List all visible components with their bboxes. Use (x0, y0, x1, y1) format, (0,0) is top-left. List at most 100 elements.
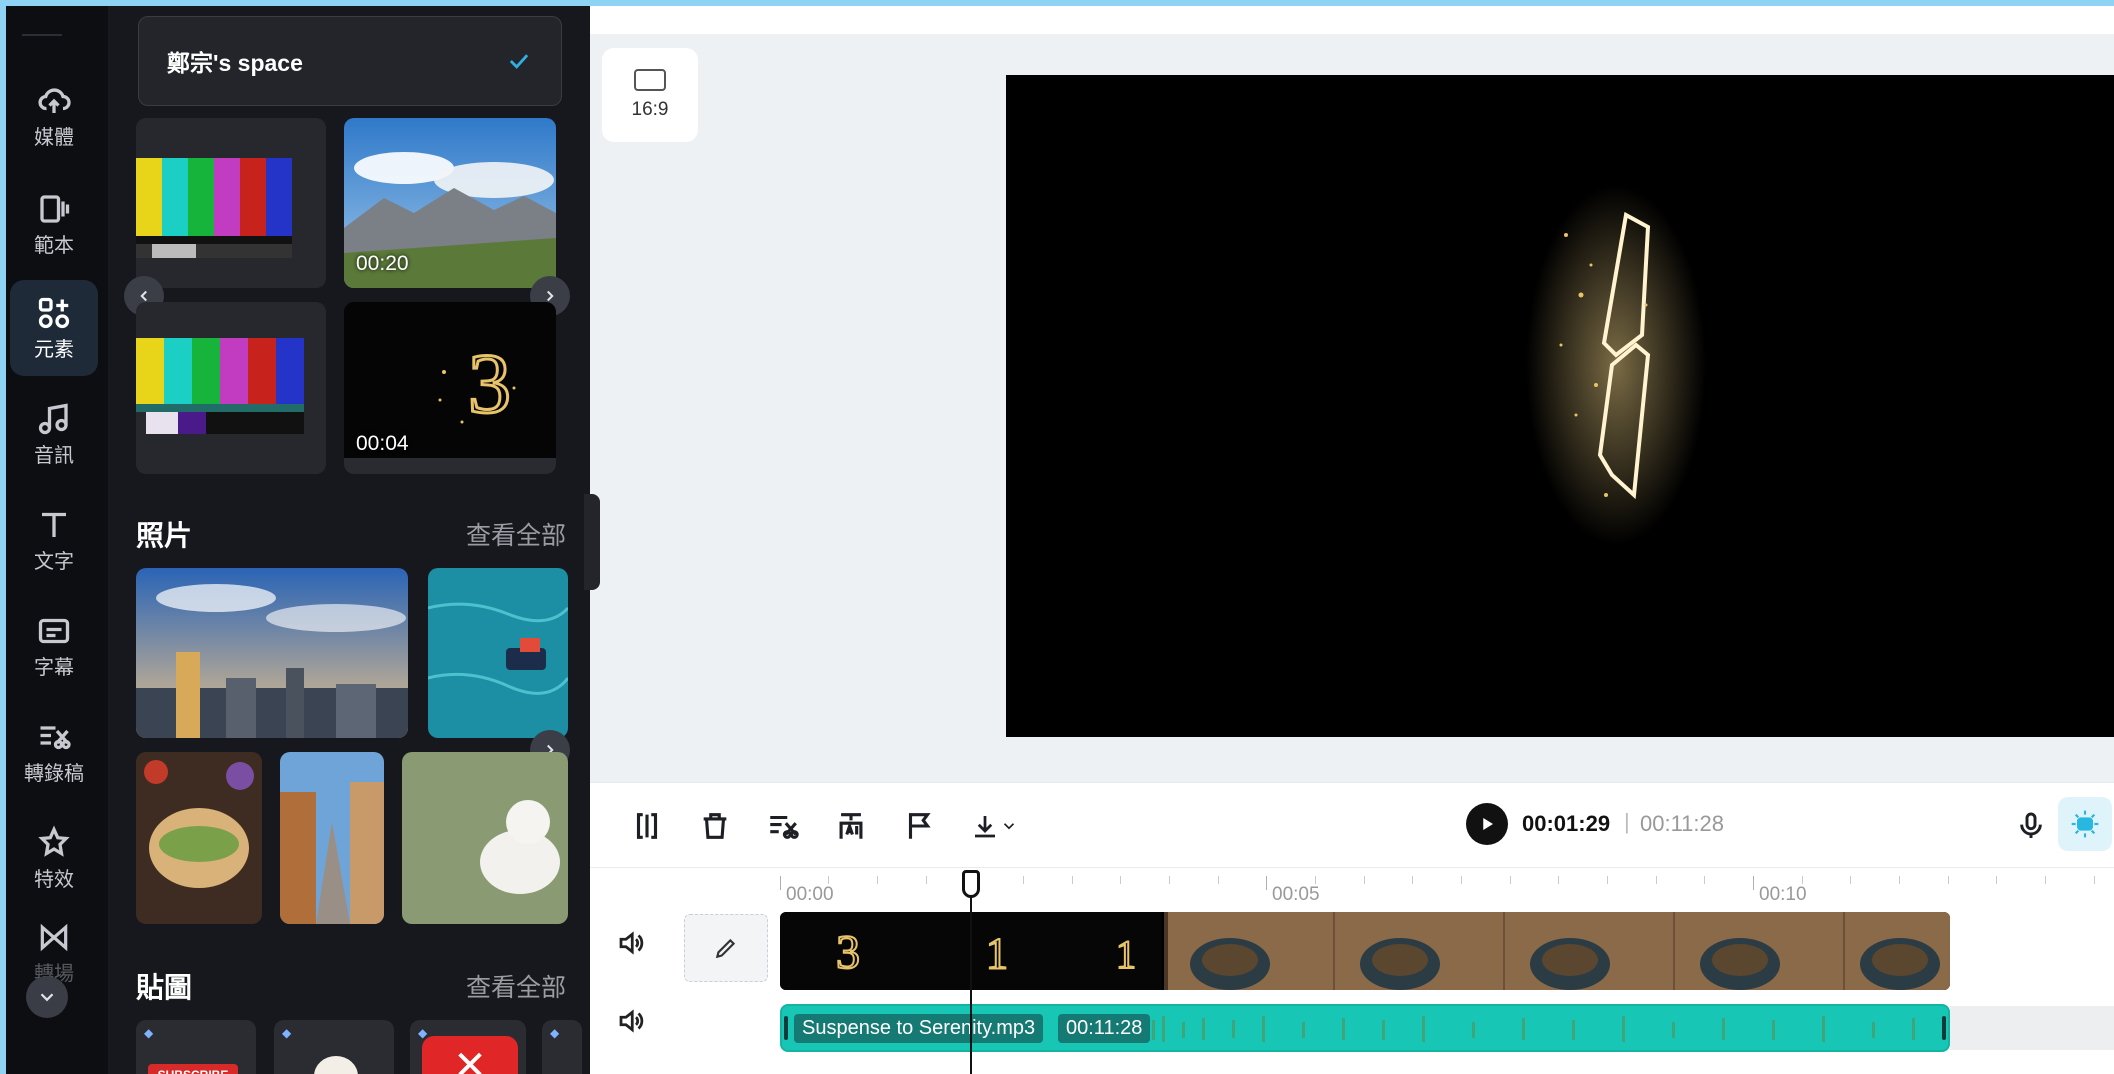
rail-item-templates[interactable]: 範本 (10, 176, 98, 272)
rail-divider (22, 34, 62, 36)
record-voice-button[interactable] (2010, 805, 2052, 847)
photo-sea-boat[interactable] (428, 568, 568, 738)
cream-image (314, 1056, 358, 1074)
video-thumb-colorbars-2[interactable] (136, 302, 326, 474)
rail-item-effects[interactable]: 特效 (10, 810, 98, 906)
edit-cover-button[interactable] (684, 914, 768, 982)
playhead-handle[interactable] (962, 870, 980, 898)
timeline[interactable]: 00:00 00:05 00:10 3 1 1 Suspense to Sere… (590, 868, 2114, 1074)
audio-track-mute-button[interactable] (616, 1006, 650, 1040)
aspect-ratio-icon (634, 69, 666, 91)
split-button[interactable] (626, 805, 668, 847)
chevron-down-icon (40, 993, 54, 1002)
sticker-red-x[interactable]: ◆ ✕ (410, 1020, 526, 1074)
cloud-upload-icon (38, 87, 71, 113)
text-icon (42, 512, 66, 537)
stickers-section-title: 貼圖 (136, 972, 193, 1003)
ruler-label: 00:05 (1272, 884, 1320, 905)
current-time: 00:01:29 (1522, 811, 1611, 836)
speaker-icon (619, 1009, 644, 1033)
street-image (280, 752, 384, 924)
audio-clip-name: Suspense to Serenity.mp3 (794, 1014, 1044, 1043)
rail-label: 字幕 (34, 656, 74, 679)
photo-white-dog[interactable] (402, 752, 568, 924)
left-rail: 媒體 範本 元素 音訊 文字 字幕 轉錄稿 特效 轉場 (6, 6, 108, 1074)
panel-collapse-handle[interactable] (584, 494, 600, 590)
rail-item-captions[interactable]: 字幕 (10, 598, 98, 694)
rail-item-audio[interactable]: 音訊 (10, 386, 98, 482)
microphone-icon (2020, 812, 2042, 838)
red-x-image: ✕ (422, 1036, 518, 1074)
sticker-subscribe-text: SUBSCRIBE (148, 1064, 238, 1074)
ai-assistant-button[interactable] (2058, 797, 2112, 851)
photo-tacos[interactable] (136, 752, 262, 924)
food-image (136, 752, 262, 924)
svg-text:1: 1 (1116, 932, 1136, 977)
rail-item-text[interactable]: 文字 (10, 492, 98, 588)
sticker-cream[interactable]: ◆ (274, 1020, 394, 1074)
rail-item-transcript[interactable]: 轉錄稿 (10, 704, 98, 800)
transition-icon (40, 923, 68, 952)
sticker-subscribe[interactable]: SUBSCRIBE ◆ (136, 1020, 256, 1074)
trash-icon (703, 813, 727, 839)
ai-text-icon (839, 813, 863, 839)
space-selector[interactable]: 鄭宗's space (138, 16, 562, 106)
elements-icon (38, 297, 70, 328)
download-button[interactable] (964, 805, 1024, 847)
countdown-one-frame (1526, 185, 1706, 545)
sticker-partial[interactable]: ◆ (542, 1020, 582, 1074)
video-clip-frames: 3 1 1 (780, 912, 1950, 990)
svg-text:1: 1 (986, 929, 1008, 978)
timeline-toolbar: 00:01:29 | 00:11:28 (590, 782, 2114, 868)
aspect-ratio-label: 16:9 (631, 99, 669, 120)
auto-caption-button[interactable] (830, 805, 872, 847)
rail-label: 特效 (34, 868, 74, 891)
delete-button[interactable] (694, 805, 736, 847)
music-note-icon (38, 403, 68, 434)
photo-city-skyline[interactable] (136, 568, 408, 738)
rail-expand-button[interactable] (26, 976, 68, 1018)
play-button[interactable] (1466, 803, 1508, 845)
premium-gem-icon: ◆ (144, 1026, 154, 1040)
color-bars-image (136, 158, 292, 258)
rail-label: 範本 (34, 234, 74, 257)
rail-item-transitions[interactable]: 轉場 (10, 916, 98, 986)
rail-label: 轉錄稿 (24, 762, 84, 785)
rail-item-media[interactable]: 媒體 (10, 68, 98, 164)
split-icon (636, 813, 658, 839)
audio-clip-duration: 00:11:28 (1058, 1014, 1151, 1043)
transcript-icon (40, 725, 71, 749)
audio-clip[interactable]: Suspense to Serenity.mp3 00:11:28 (780, 1004, 1950, 1052)
photos-see-all-link[interactable]: 查看全部 (466, 516, 566, 552)
flag-icon (908, 813, 931, 839)
audio-track-empty-area (1950, 1006, 2114, 1050)
aspect-ratio-button[interactable]: 16:9 (602, 48, 698, 142)
preview-canvas[interactable] (1006, 75, 2114, 737)
video-track[interactable]: 3 1 1 (780, 912, 1950, 990)
rail-item-elements[interactable]: 元素 (10, 280, 98, 376)
video-thumb-mountains[interactable]: 00:20 (344, 118, 556, 288)
effects-icon (38, 825, 70, 857)
photos-section-title: 照片 (136, 520, 193, 551)
ruler-label: 00:10 (1759, 884, 1807, 905)
video-thumb-colorbars-1[interactable] (136, 118, 326, 288)
elements-panel: 鄭宗's space 00:20 3 00:04 照片 查看全部 貼圖 查看全部… (108, 6, 590, 1074)
ruler-label: 00:00 (786, 884, 834, 905)
svg-text:3: 3 (468, 335, 511, 431)
stickers-see-all-link[interactable]: 查看全部 (466, 968, 566, 1004)
transcript-icon (770, 815, 799, 839)
video-track-mute-button[interactable] (616, 928, 650, 962)
sea-image (428, 568, 568, 738)
template-icon (40, 194, 70, 223)
video-thumb-countdown[interactable]: 3 00:04 (344, 302, 556, 474)
time-separator: | (1624, 809, 1630, 834)
premium-gem-icon: ◆ (282, 1026, 292, 1040)
photo-street[interactable] (280, 752, 384, 924)
rail-label: 文字 (34, 550, 74, 573)
check-icon (509, 54, 529, 69)
svg-text:3: 3 (836, 926, 860, 979)
marker-button[interactable] (898, 805, 940, 847)
transcript-edit-button[interactable] (762, 805, 804, 847)
total-time: 00:11:28 (1640, 811, 1725, 836)
sparkle-icon (2071, 810, 2099, 838)
